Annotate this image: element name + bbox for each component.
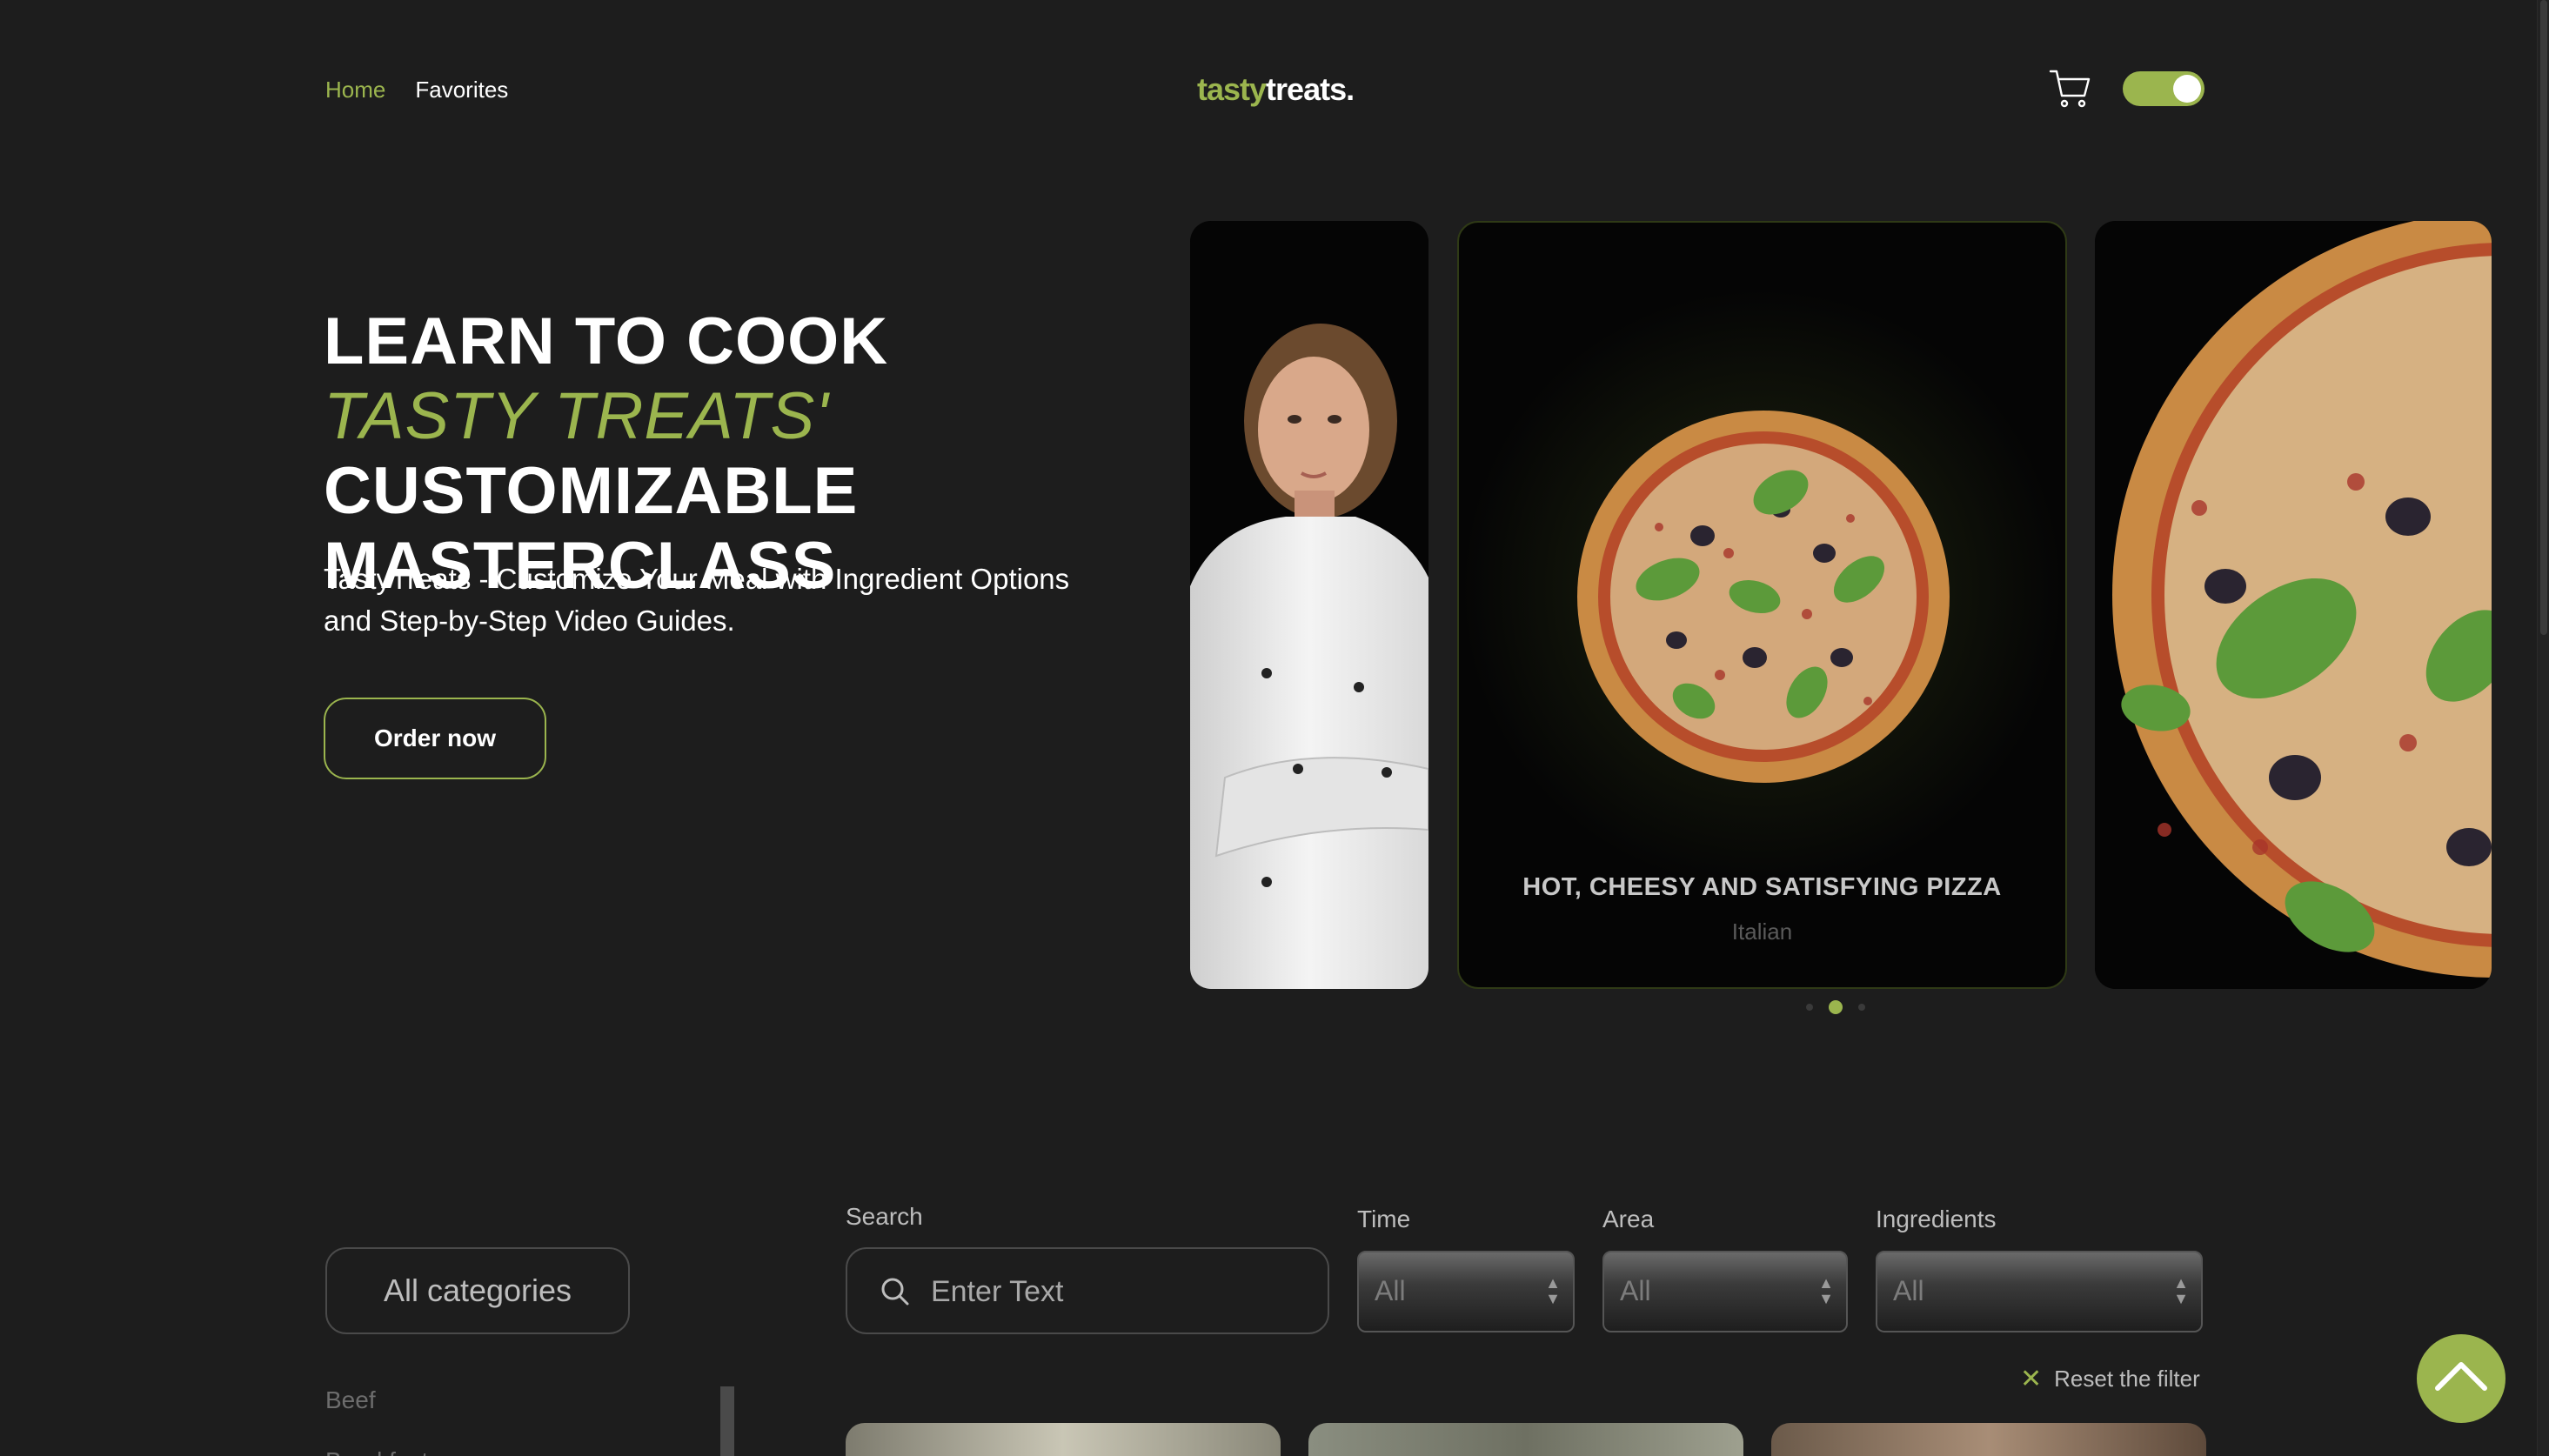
slide-chef[interactable] bbox=[1190, 221, 1428, 989]
recipe-card[interactable] bbox=[846, 1423, 1281, 1456]
categories-scrollbar[interactable] bbox=[720, 1386, 734, 1456]
scroll-to-top-button[interactable] bbox=[2417, 1334, 2506, 1423]
time-select[interactable]: All ▲ ▼ bbox=[1357, 1251, 1575, 1332]
search-icon bbox=[881, 1278, 909, 1306]
nav-favorites-link[interactable]: Favorites bbox=[415, 77, 508, 104]
logo[interactable]: tastytreats. bbox=[1197, 71, 1355, 108]
area-select-value: All bbox=[1620, 1275, 1651, 1306]
logo-part-tasty: tasty bbox=[1197, 71, 1267, 107]
slide-title: HOT, CHEESY AND SATISFYING PIZZA bbox=[1522, 873, 2002, 901]
recipe-card[interactable] bbox=[1771, 1423, 2206, 1456]
page-scrollbar[interactable] bbox=[2537, 0, 2549, 1456]
slider-dot[interactable] bbox=[1858, 1004, 1865, 1011]
nav-home-link[interactable]: Home bbox=[325, 77, 385, 104]
slide-pizza-active[interactable]: HOT, CHEESY AND SATISFYING PIZZA Italian bbox=[1457, 221, 2067, 989]
toggle-knob bbox=[2173, 75, 2201, 103]
ingredients-select-value: All bbox=[1893, 1275, 1924, 1306]
close-icon: ✕ bbox=[2020, 1365, 2043, 1393]
slide-pizza-closeup[interactable] bbox=[2095, 221, 2492, 989]
pizza-image bbox=[1577, 411, 1950, 783]
category-item-beef[interactable]: Beef bbox=[325, 1386, 376, 1414]
area-label: Area bbox=[1602, 1206, 1655, 1232]
scrollbar-thumb[interactable] bbox=[2540, 0, 2547, 635]
category-item-breakfast[interactable]: Breakfast bbox=[325, 1447, 428, 1456]
time-select-value: All bbox=[1375, 1275, 1406, 1306]
slider-dots bbox=[1806, 1000, 1865, 1014]
hero-title-accent: TASTY TREATS' bbox=[324, 379, 829, 453]
cart-icon[interactable] bbox=[2048, 66, 2093, 111]
select-arrows-icon: ▲ ▼ bbox=[1818, 1274, 1834, 1307]
area-select[interactable]: All ▲ ▼ bbox=[1602, 1251, 1848, 1332]
reset-filter-label: Reset the filter bbox=[2054, 1366, 2200, 1392]
select-arrows-icon: ▲ ▼ bbox=[1545, 1274, 1561, 1307]
chevron-up-icon bbox=[2435, 1362, 2487, 1391]
main-nav: Home Favorites bbox=[325, 77, 508, 104]
hero-title-part1: LEARN TO COOK bbox=[324, 304, 889, 378]
logo-part-treats: treats. bbox=[1266, 71, 1355, 107]
recipe-card[interactable] bbox=[1308, 1423, 1743, 1456]
theme-toggle[interactable] bbox=[2123, 71, 2204, 106]
slider-dot-active[interactable] bbox=[1829, 1000, 1843, 1014]
search-input[interactable] bbox=[931, 1270, 1296, 1313]
search-label: Search bbox=[846, 1203, 923, 1230]
select-arrows-icon: ▲ ▼ bbox=[2173, 1274, 2189, 1307]
order-now-button[interactable]: Order now bbox=[324, 698, 546, 779]
pizza-closeup-image bbox=[2095, 221, 2492, 989]
page: Home Favorites tastytreats. LEARN TO COO… bbox=[0, 0, 2549, 1456]
time-label: Time bbox=[1357, 1206, 1411, 1232]
chef-image bbox=[1190, 221, 1428, 989]
hero-subtitle: TastyTreats - Customize Your Meal with I… bbox=[324, 563, 1070, 637]
all-categories-button[interactable]: All categories bbox=[325, 1247, 630, 1334]
slider-dot[interactable] bbox=[1806, 1004, 1813, 1011]
reset-filter-button[interactable]: ✕ Reset the filter bbox=[2020, 1364, 2200, 1394]
ingredients-label: Ingredients bbox=[1876, 1206, 1997, 1232]
ingredients-select[interactable]: All ▲ ▼ bbox=[1876, 1251, 2203, 1332]
search-field[interactable] bbox=[846, 1247, 1329, 1334]
slide-subtitle: Italian bbox=[1731, 918, 1793, 945]
